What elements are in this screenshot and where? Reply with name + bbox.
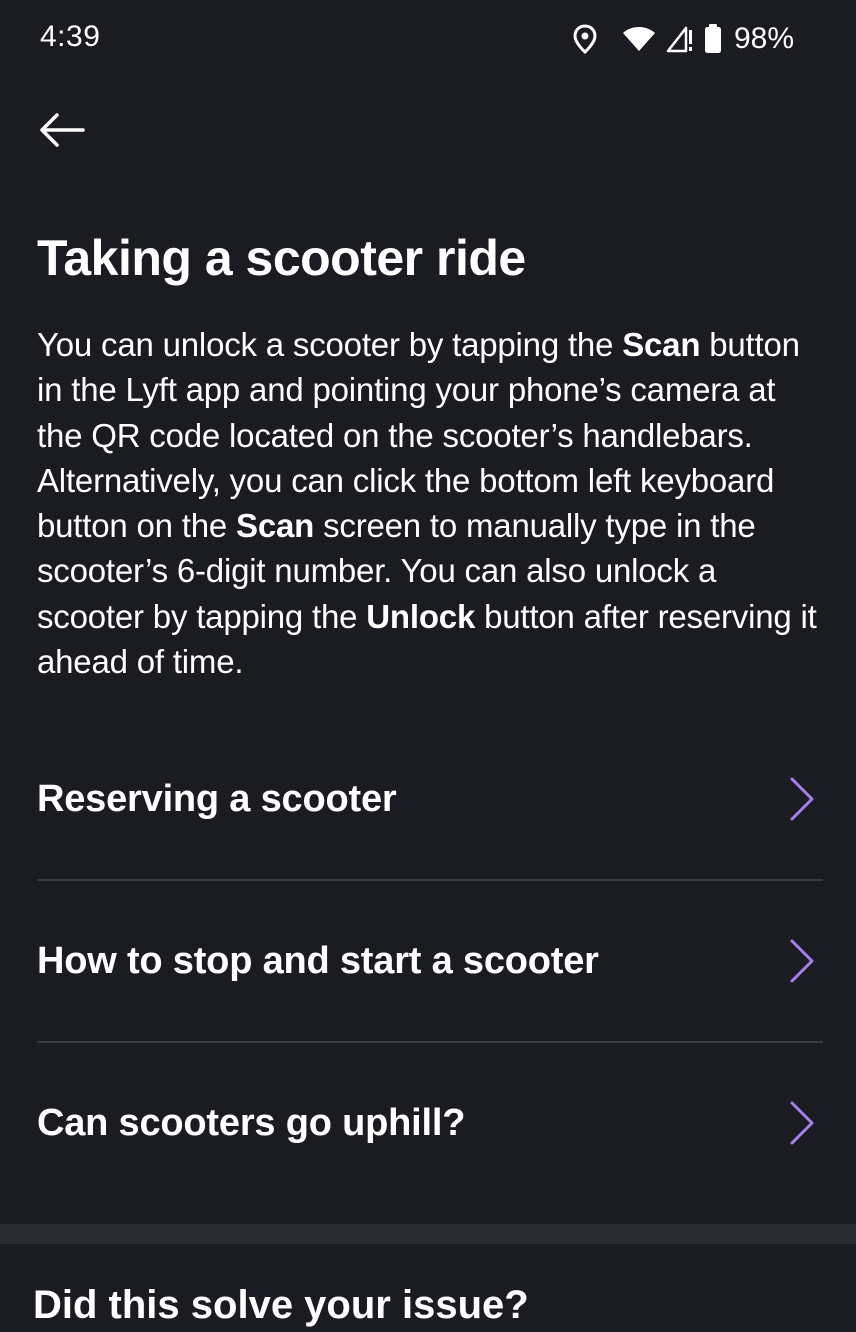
arrow-left-icon (39, 112, 85, 148)
location-icon (572, 24, 598, 54)
body-bold-scan: Scan (622, 326, 701, 363)
wifi-icon (622, 25, 656, 53)
back-button[interactable] (32, 104, 92, 156)
body-bold-scan: Scan (236, 507, 315, 545)
related-item-label: Reserving a scooter (37, 777, 397, 820)
feedback-title: Did this solve your issue? (33, 1283, 529, 1327)
related-articles-list: Reserving a scooter How to stop and star… (37, 719, 823, 1203)
page-title: Taking a scooter ride (37, 230, 526, 286)
related-item-label: How to stop and start a scooter (37, 939, 599, 982)
chevron-right-icon (789, 1101, 815, 1145)
signal-icon (666, 24, 694, 54)
status-icons: 98% (572, 20, 794, 58)
section-separator (0, 1224, 856, 1244)
related-item-how-to-stop-and-start[interactable]: How to stop and start a scooter (37, 881, 823, 1041)
article-body: You can unlock a scooter by tapping the … (37, 322, 827, 684)
chevron-right-icon (789, 939, 815, 983)
battery-percent: 98% (733, 22, 794, 55)
status-bar: 4:39 98% (0, 0, 856, 78)
battery-icon (704, 24, 722, 54)
body-bold-unlock: Unlock (366, 597, 476, 635)
body-text: You can unlock a scooter by tapping the (37, 326, 623, 363)
chevron-right-icon (789, 777, 815, 821)
related-item-can-scooters-go-uphill[interactable]: Can scooters go uphill? (37, 1043, 823, 1203)
related-item-label: Can scooters go uphill? (37, 1101, 466, 1144)
related-item-reserving-a-scooter[interactable]: Reserving a scooter (37, 719, 823, 879)
status-time: 4:39 (40, 20, 101, 53)
